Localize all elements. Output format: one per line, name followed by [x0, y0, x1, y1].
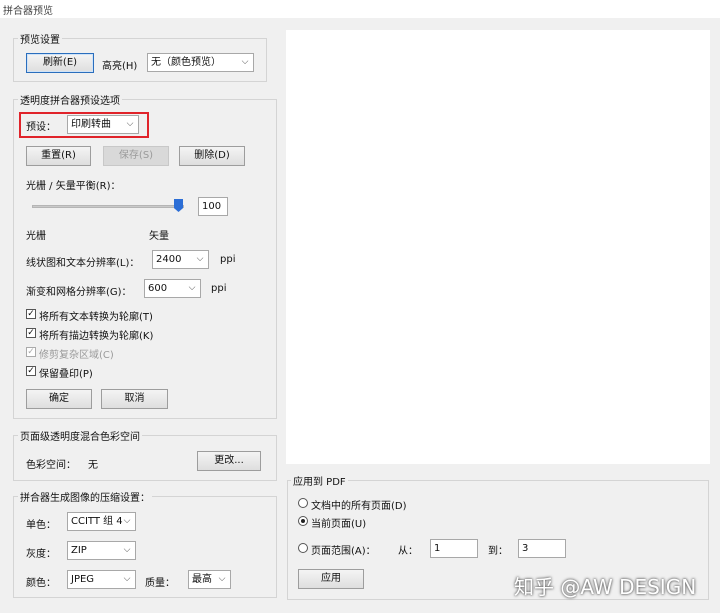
- apply-pdf-title: 应用到 PDF: [291, 473, 348, 488]
- stroke-outline-checkbox[interactable]: ✓: [26, 328, 36, 338]
- all-pages-radio[interactable]: [298, 498, 308, 508]
- quality-value: 最高: [192, 574, 212, 585]
- reset-button[interactable]: 重置(R): [26, 146, 91, 166]
- clip-complex-checkbox[interactable]: ✓: [26, 347, 36, 357]
- chevron-down-icon: ⌵: [188, 283, 196, 293]
- gradient-res-select[interactable]: 600 ⌵: [144, 279, 201, 298]
- color-value: JPEG: [71, 574, 95, 585]
- line-res-value: 2400: [156, 254, 182, 265]
- gray-select[interactable]: ZIP ⌵: [67, 541, 136, 560]
- clip-complex-label: 修剪复杂区域(C): [39, 350, 114, 361]
- current-page-label: 当前页面(U): [311, 519, 367, 530]
- presets-title: 透明度拼合器预设选项: [18, 92, 122, 107]
- window-title: 拼合器预览: [3, 6, 53, 17]
- color-select[interactable]: JPEG ⌵: [67, 570, 136, 589]
- mono-value: CCITT 组 4: [71, 516, 123, 527]
- gray-label: 灰度：: [26, 549, 56, 560]
- all-pages-label: 文档中的所有页面(D): [311, 501, 407, 512]
- balance-input[interactable]: 100: [198, 197, 228, 216]
- overprint-checkbox[interactable]: ✓: [26, 366, 36, 376]
- gray-value: ZIP: [71, 545, 87, 556]
- balance-label: 光栅 / 矢量平衡(R)：: [26, 181, 121, 192]
- line-res-select[interactable]: 2400 ⌵: [152, 250, 209, 269]
- ok-button[interactable]: 确定: [26, 389, 92, 409]
- chevron-down-icon: ⌵: [241, 57, 249, 67]
- color-space-label: 色彩空间：: [26, 460, 76, 471]
- color-space-value: 无: [88, 460, 98, 471]
- color-label: 颜色：: [26, 578, 56, 589]
- to-input[interactable]: 3: [518, 539, 566, 558]
- text-outline-checkbox[interactable]: ✓: [26, 309, 36, 319]
- overprint-label: 保留叠印(P): [39, 369, 93, 380]
- compression-title: 拼合器生成图像的压缩设置：: [18, 489, 152, 504]
- line-res-label: 线状图和文本分辨率(L)：: [26, 258, 140, 269]
- preview-settings-title: 预览设置: [18, 31, 62, 46]
- refresh-button[interactable]: 刷新(E): [26, 53, 94, 73]
- quality-label: 质量：: [145, 578, 175, 589]
- gradient-res-label: 渐变和网格分辨率(G)：: [26, 287, 132, 298]
- ppi-label: ppi: [220, 254, 236, 265]
- title-bar: 拼合器预览: [0, 0, 720, 18]
- chevron-down-icon: ⌵: [218, 574, 226, 584]
- current-page-radio[interactable]: [298, 516, 308, 526]
- vector-label: 矢量: [149, 231, 169, 242]
- ppi-label: ppi: [211, 283, 227, 294]
- to-label: 到：: [488, 546, 508, 557]
- delete-button[interactable]: 删除(D): [179, 146, 245, 166]
- from-input[interactable]: 1: [430, 539, 478, 558]
- chevron-down-icon: ⌵: [123, 516, 131, 526]
- mono-select[interactable]: CCITT 组 4 ⌵: [67, 512, 136, 531]
- raster-label: 光栅: [26, 231, 46, 242]
- page-range-radio[interactable]: [298, 543, 308, 553]
- page-range-label: 页面范围(A)：: [311, 546, 376, 557]
- text-outline-label: 将所有文本转换为轮廓(T): [39, 312, 153, 323]
- highlight-select[interactable]: 无（颜色预览） ⌵: [147, 53, 254, 72]
- highlight-annotation-box: [19, 112, 149, 138]
- cancel-button[interactable]: 取消: [101, 389, 168, 409]
- blend-space-title: 页面级透明度混合色彩空间: [18, 428, 142, 443]
- chevron-down-icon: ⌵: [123, 574, 131, 584]
- quality-select[interactable]: 最高 ⌵: [188, 570, 231, 589]
- watermark-text: 知乎 @AW DESIGN: [514, 575, 697, 599]
- preview-canvas: [286, 30, 710, 464]
- mono-label: 单色：: [26, 520, 56, 531]
- change-button[interactable]: 更改...: [197, 451, 261, 471]
- apply-button[interactable]: 应用: [298, 569, 364, 589]
- highlight-label: 高亮(H): [102, 61, 138, 72]
- highlight-value: 无（颜色预览）: [151, 57, 221, 68]
- stroke-outline-label: 将所有描边转换为轮廓(K): [39, 331, 154, 342]
- chevron-down-icon: ⌵: [123, 545, 131, 555]
- save-button[interactable]: 保存(S): [103, 146, 169, 166]
- balance-slider-track[interactable]: [32, 205, 184, 208]
- gradient-res-value: 600: [148, 283, 168, 294]
- from-label: 从：: [398, 546, 418, 557]
- chevron-down-icon: ⌵: [196, 254, 204, 264]
